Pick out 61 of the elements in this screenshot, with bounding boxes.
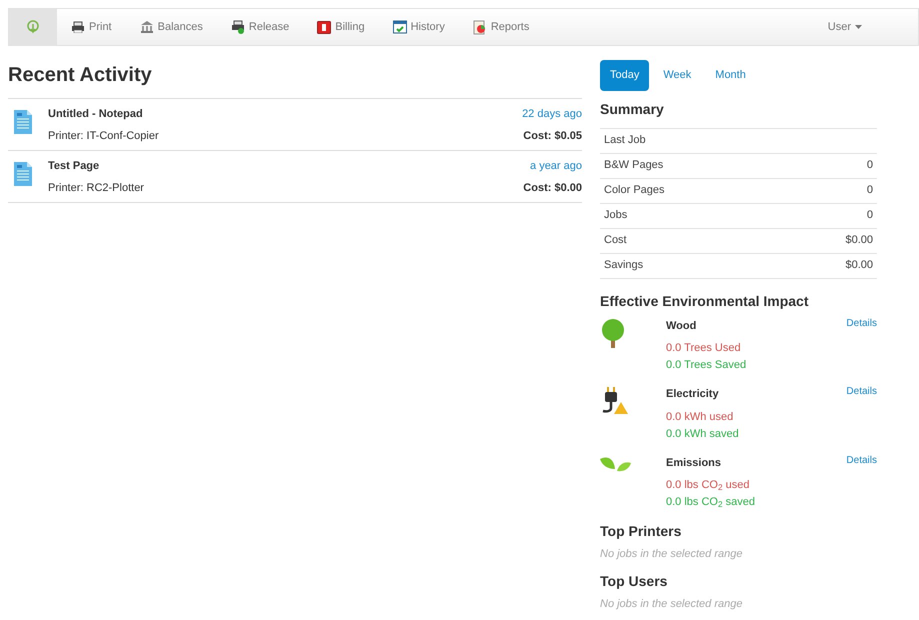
nav-tab[interactable]: Print bbox=[57, 9, 126, 45]
calendar-icon bbox=[392, 20, 407, 34]
saved-amount: 0.0 Trees Saved bbox=[666, 358, 748, 373]
user-menu[interactable]: User bbox=[828, 18, 862, 36]
summary-value: $0.00 bbox=[845, 233, 873, 248]
home-tab[interactable] bbox=[9, 9, 57, 45]
details-link[interactable]: Details bbox=[846, 452, 877, 468]
time-link[interactable]: a year ago bbox=[530, 158, 582, 174]
summary-label: Jobs bbox=[604, 208, 628, 224]
summary-label: Savings bbox=[604, 258, 644, 274]
nav-tab[interactable]: Balances bbox=[126, 9, 217, 45]
summary-value: $0.00 bbox=[845, 258, 873, 274]
summary-value: 0 bbox=[866, 183, 873, 198]
section-title: Top Users bbox=[600, 572, 668, 591]
section-title: Summary bbox=[600, 100, 665, 119]
details-link[interactable]: Details bbox=[846, 384, 877, 399]
job-cost: Cost: $0.05 bbox=[523, 128, 582, 144]
home-icon bbox=[26, 20, 40, 34]
time-link[interactable]: 22 days ago bbox=[522, 106, 582, 122]
nav-tab[interactable]: Release bbox=[216, 9, 304, 45]
section-title: Effective Environmental Impact bbox=[600, 292, 810, 311]
saved-amount: 0.0 kWh saved bbox=[666, 426, 740, 442]
report-icon bbox=[472, 20, 487, 34]
caret-icon bbox=[855, 25, 862, 29]
used-amount: 0.0 kWh used bbox=[666, 410, 734, 424]
summary-label: Color Pages bbox=[604, 183, 665, 198]
impact-name: Wood bbox=[666, 318, 698, 334]
summary-label: B&W Pages bbox=[604, 158, 664, 174]
details-link[interactable]: Details bbox=[846, 316, 877, 330]
summary-value: 0 bbox=[866, 208, 873, 224]
summary-label: Last Job bbox=[604, 133, 646, 148]
printer-icon bbox=[230, 20, 245, 34]
empty-message: No jobs in the selected range bbox=[600, 547, 744, 562]
plug-warning-icon bbox=[600, 386, 630, 416]
used-amount: 0.0 lbs CO$_{2}$ used bbox=[666, 478, 750, 494]
range-tab[interactable]: Week bbox=[653, 60, 702, 90]
section-title: Recent Activity bbox=[8, 63, 153, 88]
printer-name: Printer: RC2-Plotter bbox=[48, 180, 145, 196]
document-icon bbox=[13, 161, 33, 187]
saved-amount: 0.0 lbs CO$_{2}$ saved bbox=[666, 495, 756, 511]
summary-label: Cost bbox=[604, 233, 627, 248]
summary-value: 0 bbox=[866, 158, 873, 174]
tree-icon bbox=[600, 318, 626, 348]
nav-tab[interactable]: Reports bbox=[458, 9, 544, 45]
job-name: Test Page bbox=[48, 159, 100, 174]
printer-name: Printer: IT-Conf-Copier bbox=[48, 128, 160, 144]
impact-name: Electricity bbox=[666, 387, 720, 402]
nav-tab[interactable]: Billing bbox=[303, 9, 379, 45]
used-amount: 0.0 Trees Used bbox=[666, 341, 742, 356]
billing-icon bbox=[317, 20, 332, 34]
empty-message: No jobs in the selected range bbox=[600, 596, 744, 612]
job-cost: Cost: $0.00 bbox=[523, 180, 582, 196]
bank-icon bbox=[140, 20, 154, 34]
nav-tab[interactable]: History bbox=[378, 9, 459, 45]
impact-name: Emissions bbox=[666, 456, 722, 470]
section-title: Top Printers bbox=[600, 522, 682, 541]
range-tab[interactable]: Today bbox=[600, 60, 650, 90]
document-icon bbox=[13, 109, 33, 135]
job-name: Untitled - Notepad bbox=[48, 107, 144, 122]
range-tab[interactable]: Month bbox=[705, 60, 756, 90]
printer-icon bbox=[71, 21, 85, 33]
